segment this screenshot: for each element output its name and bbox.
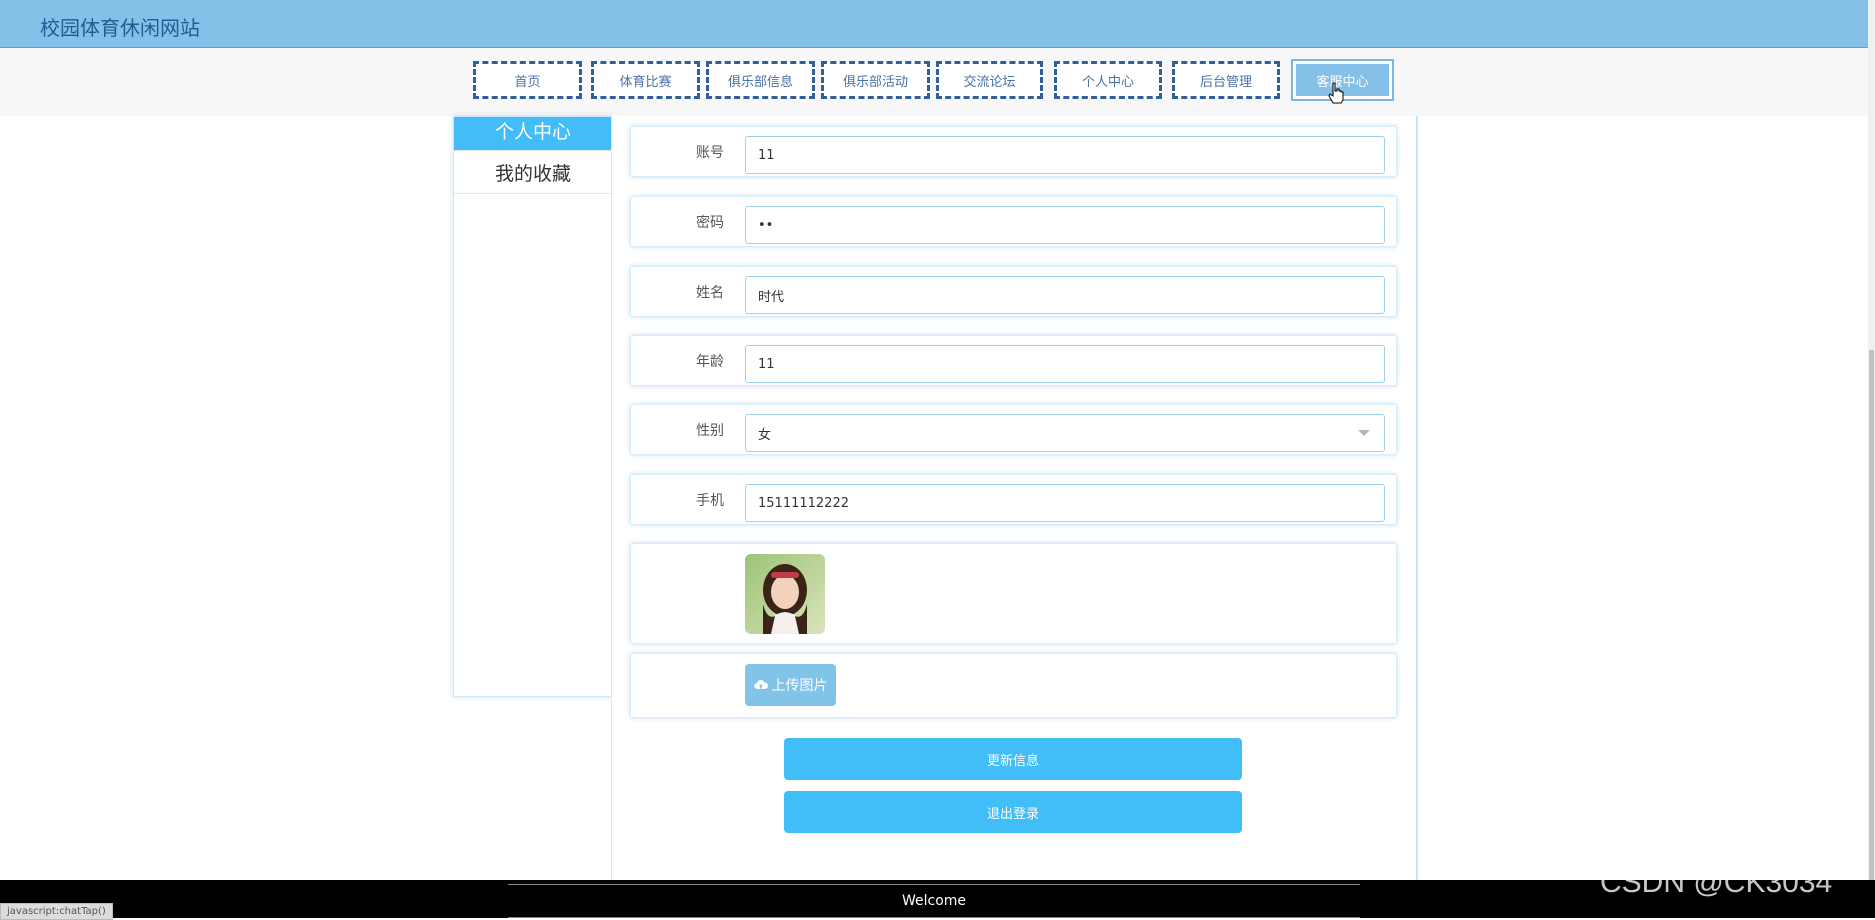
site-header: 校园体育休闲网站 — [0, 0, 1868, 48]
nav-personal-center[interactable]: 个人中心 — [1054, 61, 1162, 99]
name-label: 姓名 — [696, 284, 724, 301]
upload-image-label: 上传图片 — [771, 678, 828, 694]
name-row: 姓名 时代 — [630, 266, 1397, 317]
name-field[interactable]: 时代 — [745, 276, 1385, 314]
gender-label: 性别 — [696, 422, 724, 439]
nav-bar — [0, 48, 1868, 116]
nav-forum[interactable]: 交流论坛 — [936, 61, 1043, 99]
chevron-down-icon — [1358, 430, 1370, 436]
account-label: 账号 — [696, 144, 724, 161]
status-bar-url: javascript:chatTap() — [0, 903, 113, 920]
password-field[interactable]: •• — [745, 206, 1385, 244]
age-row: 年龄 11 — [630, 335, 1397, 386]
scrollbar-thumb[interactable] — [1869, 350, 1874, 880]
account-row: 账号 11 — [630, 126, 1397, 177]
phone-label: 手机 — [696, 492, 724, 509]
hand-cursor-icon — [1328, 82, 1344, 104]
gender-select[interactable]: 女 — [745, 414, 1385, 452]
page-scrollbar[interactable] — [1868, 0, 1875, 880]
nav-club-info[interactable]: 俱乐部信息 — [706, 61, 815, 99]
sidebar: 个人中心 我的收藏 — [453, 116, 613, 697]
age-label: 年龄 — [696, 353, 724, 370]
logout-button[interactable]: 退出登录 — [784, 791, 1242, 833]
nav-admin[interactable]: 后台管理 — [1172, 61, 1280, 99]
avatar — [745, 554, 825, 634]
watermark: CSDN @CK3034 — [1600, 866, 1833, 899]
avatar-photo — [745, 554, 825, 634]
gender-row: 性别 女 — [630, 404, 1397, 455]
password-label: 密码 — [696, 214, 724, 231]
sidebar-item-favorites[interactable]: 我的收藏 — [454, 151, 612, 194]
age-field[interactable]: 11 — [745, 345, 1385, 383]
password-row: 密码 •• — [630, 196, 1397, 247]
sidebar-item-label: 个人中心 — [494, 121, 571, 143]
cloud-upload-icon — [753, 680, 768, 690]
phone-row: 手机 15111112222 — [630, 474, 1397, 525]
site-title: 校园体育休闲网站 — [40, 16, 200, 40]
nav-club-activities[interactable]: 俱乐部活动 — [821, 61, 930, 99]
gender-selected-value: 女 — [758, 427, 772, 443]
nav-home[interactable]: 首页 — [473, 61, 582, 99]
account-field[interactable]: 11 — [745, 136, 1385, 174]
upload-row: 上传图片 — [630, 653, 1397, 718]
nav-sports-matches[interactable]: 体育比赛 — [591, 61, 700, 99]
footer-welcome: Welcome — [508, 884, 1360, 918]
upload-image-button[interactable]: 上传图片 — [745, 664, 836, 706]
avatar-row — [630, 543, 1397, 644]
sidebar-item-personal-center[interactable]: 个人中心 — [454, 117, 612, 151]
update-info-button[interactable]: 更新信息 — [784, 738, 1242, 780]
sidebar-item-label: 我的收藏 — [494, 162, 571, 185]
phone-field[interactable]: 15111112222 — [745, 484, 1385, 522]
